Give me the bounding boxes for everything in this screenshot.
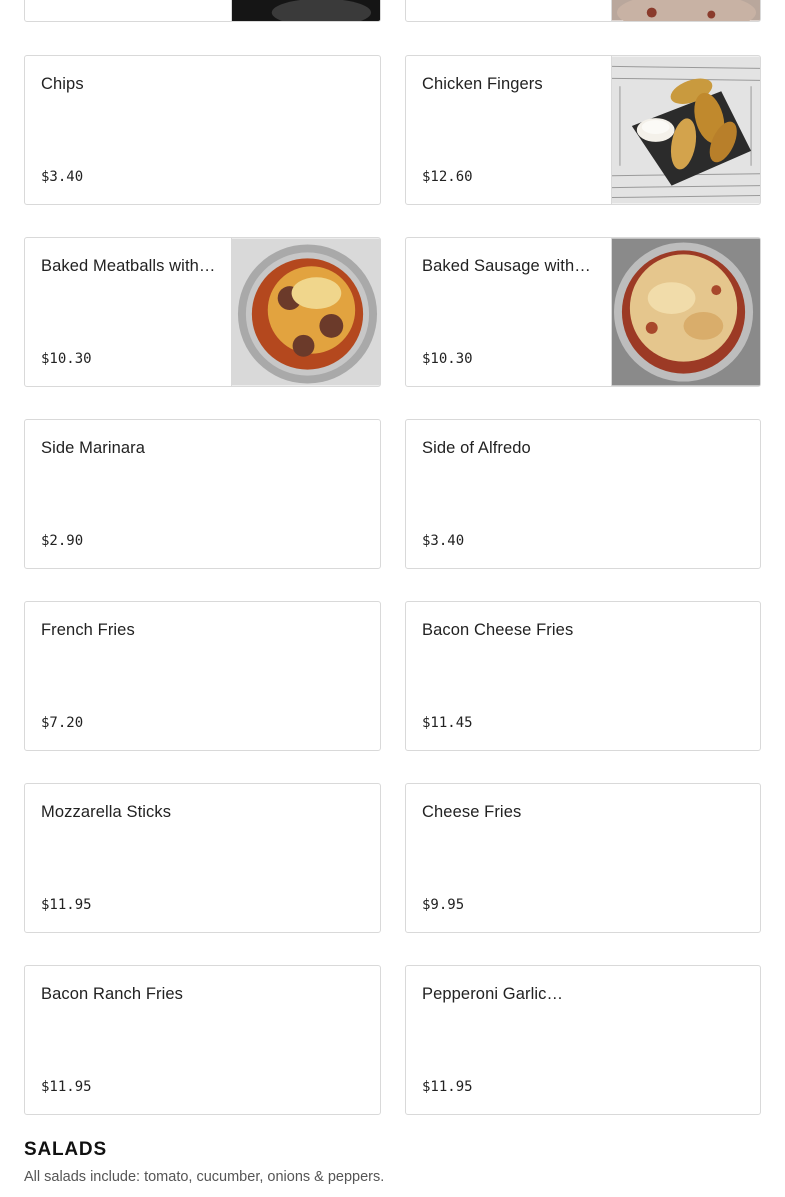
menu-item-price: $3.40: [422, 533, 465, 549]
menu-item-card[interactable]: Bacon Ranch Fries $11.95: [24, 965, 381, 1115]
menu-item-price: $3.40: [41, 169, 84, 185]
menu-item-price: $11.95: [41, 897, 92, 913]
baked-meatballs-photo-icon: [231, 238, 380, 386]
menu-item-price: $9.95: [422, 897, 465, 913]
menu-item-card[interactable]: Side of Alfredo $3.40: [405, 419, 761, 569]
menu-item-card[interactable]: French Fries $7.20: [24, 601, 381, 751]
menu-item-name: Chicken Fingers: [422, 75, 543, 93]
menu-page: Chips $3.40 Chicken Fingers $12.60 Baked…: [0, 0, 785, 1197]
menu-item-name: Side Marinara: [41, 439, 146, 457]
menu-item-card[interactable]: Chicken Fingers $12.60: [405, 55, 761, 205]
menu-item-card[interactable]: Baked Meatballs with… $10.30: [24, 237, 381, 387]
menu-item-card-partial[interactable]: [24, 0, 381, 22]
menu-item-price: $10.30: [422, 351, 473, 367]
menu-item-name: Cheese Fries: [422, 803, 522, 821]
baked-sausage-photo-icon: [611, 238, 760, 386]
menu-item-name: Bacon Cheese Fries: [422, 621, 574, 639]
chicken-fingers-photo-icon: [611, 56, 760, 204]
menu-item-price: $11.95: [422, 1079, 473, 1095]
menu-item-price: $10.30: [41, 351, 92, 367]
menu-item-name: Pepperoni Garlic…: [422, 985, 564, 1003]
menu-item-name: Side of Alfredo: [422, 439, 531, 457]
food-photo-icon: [611, 0, 760, 21]
menu-item-price: $11.95: [41, 1079, 92, 1095]
menu-item-price: $7.20: [41, 715, 84, 731]
menu-item-name: Baked Sausage with…: [422, 257, 591, 275]
menu-item-card[interactable]: Pepperoni Garlic… $11.95: [405, 965, 761, 1115]
menu-item-card[interactable]: Mozzarella Sticks $11.95: [24, 783, 381, 933]
menu-item-card-partial[interactable]: [405, 0, 761, 22]
menu-item-card[interactable]: Side Marinara $2.90: [24, 419, 381, 569]
menu-item-card[interactable]: Cheese Fries $9.95: [405, 783, 761, 933]
menu-item-card[interactable]: Baked Sausage with… $10.30: [405, 237, 761, 387]
section-title-salads: SALADS: [24, 1139, 107, 1160]
food-photo-icon: [231, 0, 380, 21]
menu-item-card[interactable]: Bacon Cheese Fries $11.45: [405, 601, 761, 751]
menu-item-price: $11.45: [422, 715, 473, 731]
section-description: All salads include: tomato, cucumber, on…: [24, 1169, 385, 1185]
menu-item-name: Bacon Ranch Fries: [41, 985, 184, 1003]
menu-item-name: Chips: [41, 75, 84, 93]
menu-item-card[interactable]: Chips $3.40: [24, 55, 381, 205]
menu-item-price: $2.90: [41, 533, 84, 549]
menu-item-name: Mozzarella Sticks: [41, 803, 172, 821]
menu-item-name: French Fries: [41, 621, 135, 639]
menu-item-name: Baked Meatballs with…: [41, 257, 216, 275]
menu-item-price: $12.60: [422, 169, 473, 185]
